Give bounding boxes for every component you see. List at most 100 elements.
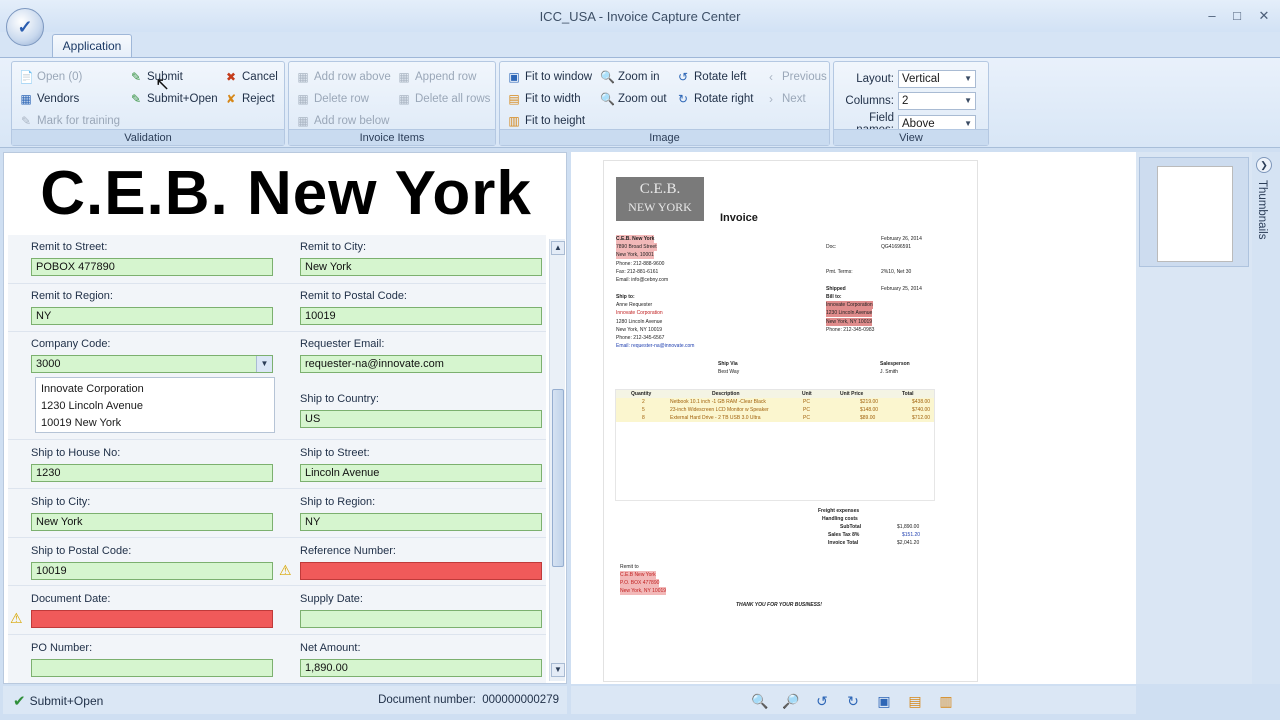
application-menu-button[interactable]: ✓ — [6, 8, 44, 46]
fit-window-icon[interactable]: ▣ — [875, 692, 893, 710]
remit-postal-input[interactable]: 10019 — [300, 307, 542, 325]
net-amount-input[interactable]: 1,890.00 — [300, 659, 542, 677]
fit-width-button[interactable]: ▤ Fit to width — [507, 90, 580, 108]
company-code-combo[interactable]: 3000 ▼ — [31, 355, 273, 373]
invoice-title: Invoice — [720, 212, 758, 224]
bill-to-line: Innovate Corporation — [826, 301, 873, 309]
delete-all-rows-button[interactable]: ▦ Delete all rows — [397, 90, 490, 108]
maximize-icon[interactable]: □ — [1229, 8, 1245, 24]
vendor-line: Phone: 212-888-9600 — [616, 261, 665, 267]
form-panel: C.E.B. New York Remit to Street: POBOX 4… — [3, 152, 567, 684]
mark-training-button[interactable]: ✎ Mark for training — [19, 112, 120, 130]
zoom-in-icon[interactable]: 🔍 — [751, 692, 769, 710]
fit-height-label: Fit to height — [525, 115, 586, 127]
ship-street-input[interactable]: Lincoln Avenue — [300, 464, 542, 482]
vendor-line: New York, 10001 — [616, 251, 654, 259]
bill-to-line: Bill to: — [826, 294, 842, 300]
rotate-left-button[interactable]: ↺ Rotate left — [676, 68, 746, 86]
chevron-down-icon: ▼ — [964, 96, 972, 105]
scroll-thumb[interactable] — [552, 389, 564, 567]
table-cell: $219.00 — [860, 399, 879, 405]
table-cell: PC — [803, 415, 810, 421]
requester-email-input[interactable]: requester-na@innovate.com — [300, 355, 542, 373]
delete-row-button[interactable]: ▦ Delete row — [296, 90, 369, 108]
supply-date-input[interactable] — [300, 610, 542, 628]
field-label: Ship to Country: — [300, 393, 379, 405]
remit-region-input[interactable]: NY — [31, 307, 273, 325]
remit-city-input[interactable]: New York — [300, 258, 542, 276]
vendors-button[interactable]: ▦ Vendors — [19, 90, 79, 108]
table-row: 8 External Hard Drive - 2 TB USB 3.0 Ult… — [616, 414, 934, 422]
field-label: Requester Email: — [300, 338, 385, 350]
remit-street-input[interactable]: POBOX 477890 — [31, 258, 273, 276]
ship-house-input[interactable]: 1230 — [31, 464, 273, 482]
next-button[interactable]: › Next — [764, 90, 806, 108]
rotate-left-icon: ↺ — [677, 70, 689, 84]
scroll-down-icon[interactable]: ▼ — [551, 663, 565, 677]
fit-width-icon[interactable]: ▤ — [906, 692, 924, 710]
thumbnails-side-tab[interactable]: ❯ Thumbnails — [1252, 152, 1280, 684]
fit-window-button[interactable]: ▣ Fit to window — [507, 68, 592, 86]
document-date-input[interactable] — [31, 610, 273, 628]
page-thumbnail[interactable] — [1139, 157, 1249, 267]
invoice-document: C.E.B. NEW YORK Invoice C.E.B. New York 7… — [603, 160, 978, 682]
table-row: 2 Netbook 10.1 inch -1 GB RAM -Clear Bla… — [616, 398, 934, 406]
form-scrollbar[interactable]: ▲ ▼ — [549, 239, 565, 681]
fit-height-button[interactable]: ▥ Fit to height — [507, 112, 585, 130]
zoom-out-icon[interactable]: 🔎 — [782, 692, 800, 710]
previous-button[interactable]: ‹ Previous — [764, 68, 827, 86]
ship-city-input[interactable]: New York — [31, 513, 273, 531]
thumbnails-label: Thumbnails — [1256, 180, 1268, 240]
append-row-label: Append row — [415, 71, 477, 83]
fit-height-icon[interactable]: ▥ — [937, 692, 955, 710]
rotate-right-icon[interactable]: ↻ — [844, 692, 862, 710]
ship-postal-input[interactable]: 10019 — [31, 562, 273, 580]
chevron-down-icon[interactable]: ▼ — [256, 356, 272, 372]
ship-to-line: Innovate Corporation — [616, 310, 663, 316]
invoice-logo: C.E.B. NEW YORK — [616, 177, 704, 221]
append-row-button[interactable]: ▦ Append row — [397, 68, 476, 86]
totals-value: $1,890.00 — [897, 524, 920, 530]
doc-number-label: Document number: — [378, 694, 476, 706]
minimize-icon[interactable]: – — [1204, 8, 1220, 24]
field-label: Reference Number: — [300, 545, 396, 557]
reference-number-input[interactable] — [300, 562, 542, 580]
add-row-below-button[interactable]: ▦ Add row below — [296, 112, 389, 130]
ribbon-tab-row: Application — [0, 32, 1280, 58]
columns-select[interactable]: 2 ▼ — [898, 92, 976, 110]
rotate-right-button[interactable]: ↻ Rotate right — [676, 90, 753, 108]
checkmark-icon: ✔ — [13, 693, 26, 710]
cancel-label: Cancel — [242, 71, 278, 83]
zoom-in-button[interactable]: 🔍 Zoom in — [600, 68, 660, 86]
open-button[interactable]: 📄 Open (0) — [19, 68, 82, 86]
table-cell: $712.00 — [912, 415, 931, 421]
po-number-input[interactable] — [31, 659, 273, 677]
layout-select[interactable]: Vertical ▼ — [898, 70, 976, 88]
chevron-right-icon[interactable]: ❯ — [1256, 157, 1272, 173]
scroll-up-icon[interactable]: ▲ — [551, 241, 565, 255]
shipped-label: Shipped — [826, 286, 846, 292]
field-label: Ship to Region: — [300, 496, 376, 508]
rotate-left-label: Rotate left — [694, 71, 747, 83]
ship-region-input[interactable]: NY — [300, 513, 542, 531]
tab-application[interactable]: Application — [52, 34, 132, 58]
table-cell: $89.00 — [860, 415, 876, 421]
reject-button[interactable]: ✘ Reject — [224, 90, 275, 108]
zoom-out-icon: 🔍 — [600, 92, 615, 106]
salesperson-value: J. Smith — [880, 369, 899, 375]
submit-open-status-button[interactable]: ✔ Submit+Open — [13, 692, 103, 710]
add-row-above-button[interactable]: ▦ Add row above — [296, 68, 390, 86]
invoice-image-viewer[interactable]: C.E.B. NEW YORK Invoice C.E.B. New York 7… — [571, 152, 1136, 684]
layout-value: Vertical — [902, 73, 940, 85]
cancel-icon: ✖ — [225, 70, 237, 84]
ship-country-input[interactable]: US — [300, 410, 542, 428]
zoom-out-button[interactable]: 🔍 Zoom out — [600, 90, 667, 108]
title-bar: ICC_USA - Invoice Capture Center – □ ✕ — [0, 0, 1280, 32]
close-icon[interactable]: ✕ — [1256, 8, 1272, 24]
table-cell: 2 — [642, 399, 645, 405]
submit-open-button[interactable]: ✎ Submit+Open — [129, 90, 218, 108]
totals-label: Sales Tax 8% — [828, 532, 860, 538]
cancel-button[interactable]: ✖ Cancel — [224, 68, 278, 86]
rotate-left-icon[interactable]: ↺ — [813, 692, 831, 710]
zoom-in-label: Zoom in — [618, 71, 660, 83]
